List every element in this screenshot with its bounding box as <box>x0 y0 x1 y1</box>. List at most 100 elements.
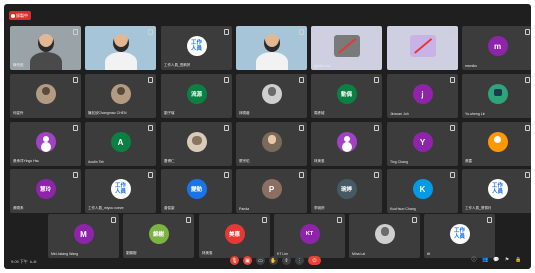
participant-tile[interactable]: KT KT Lim <box>274 214 345 258</box>
mic-muted-icon <box>487 217 492 223</box>
presentation-off-icon <box>337 38 356 54</box>
captions-button[interactable]: ▭ <box>256 256 265 265</box>
participant-tile[interactable]: 何姿伶 <box>10 74 81 118</box>
person-body <box>104 52 137 70</box>
meeting-stage: 錄製中 陳柏毅 工作 人員 工作人員_簡莉婷 lightthrone m msmiko 何姿伶… <box>4 4 531 269</box>
participant-tile[interactable]: Mina Lai <box>349 214 420 258</box>
avatar-initial-text: Y <box>419 137 426 147</box>
participant-tile[interactable]: Yu-sheng Lin <box>462 74 531 118</box>
participant-tile[interactable]: 蕭博仁 <box>161 122 232 166</box>
present-button[interactable]: ⇧ <box>282 256 291 265</box>
mic-muted-icon <box>299 172 304 178</box>
participant-tile[interactable]: Y Ting Chang <box>387 122 458 166</box>
avatar-initial: Y <box>412 132 433 152</box>
person-body <box>29 52 62 70</box>
participant-name: lightthrone <box>314 64 331 68</box>
avatar-photo <box>487 84 508 104</box>
mic-muted-icon <box>148 172 153 178</box>
participant-tile[interactable]: 黃承洋Yings Hsu <box>10 122 81 166</box>
participant-tile[interactable]: 黃露 <box>462 122 531 166</box>
participant-tile[interactable]: lightthrone <box>311 26 382 70</box>
participant-name: 李婉婷 <box>314 206 325 210</box>
participant-tile[interactable]: 工作 人員 ttt <box>424 214 495 258</box>
avatar-photo <box>186 132 207 152</box>
participant-tile[interactable]: K KuoHsun Chang <box>387 169 458 213</box>
mic-muted-icon <box>73 125 78 131</box>
mic-muted-icon <box>525 172 530 178</box>
participant-tile[interactable]: 流源 劉子瑄 <box>161 74 232 118</box>
mic-off-button[interactable]: 🎙 <box>230 256 239 265</box>
participant-tile[interactable] <box>236 26 307 70</box>
participant-name: 工作人員_miyou coeze <box>88 206 124 210</box>
avatar-photo <box>261 132 282 152</box>
participant-tile[interactable]: A Austin Teh <box>85 122 156 166</box>
mic-muted-icon <box>374 29 379 35</box>
participant-name: Ting Chang <box>390 160 408 164</box>
person-head <box>37 34 54 52</box>
participant-tile[interactable] <box>85 26 156 70</box>
mic-muted-icon <box>450 172 455 178</box>
mic-muted-icon <box>262 217 267 223</box>
mic-muted-icon <box>450 77 455 83</box>
participant-tile[interactable]: m msmiko <box>462 26 531 70</box>
participant-tile[interactable]: 工作 人員 工作人員_蔡佩玲 <box>462 169 531 213</box>
participant-tile[interactable]: 工作 人員 工作人員_簡莉婷 <box>161 26 232 70</box>
participant-tile[interactable]: 陳柏毅 <box>10 26 81 70</box>
mic-muted-icon <box>148 125 153 131</box>
avatar-initial: 琬婷 <box>336 179 357 199</box>
mic-muted-icon <box>299 29 304 35</box>
avatar-initial: 動偶 <box>336 84 357 104</box>
participant-name: 劉子瑄 <box>164 111 175 115</box>
avatar-initial-text: KT <box>305 231 314 237</box>
staff-logo: 工作 人員 <box>110 179 131 199</box>
participant-tile[interactable]: M Mei-hsiang Wang <box>48 214 119 258</box>
avatar-initial-text: 變動 <box>190 187 202 193</box>
participant-tile[interactable]: P Panda <box>236 169 307 213</box>
mic-muted-icon <box>525 29 530 35</box>
participant-name: 蔡宗佑 <box>239 159 250 163</box>
participant-tile[interactable]: 慧玲 黃曉禾 <box>10 169 81 213</box>
participant-tile[interactable]: 林曉薇 <box>236 74 307 118</box>
mic-muted-icon <box>73 29 78 35</box>
camera-off-button[interactable]: ▣ <box>243 256 252 265</box>
people-icon[interactable]: 👥 <box>482 257 488 263</box>
more-options-button[interactable]: ⋮ <box>295 256 304 265</box>
raise-hand-button[interactable]: ✋ <box>269 256 278 265</box>
mic-muted-icon <box>337 217 342 223</box>
participant-name: KuoHsun Chang <box>390 207 416 211</box>
meeting-code: k-4l <box>30 259 37 264</box>
avatar-photo <box>374 224 395 244</box>
participant-tile[interactable]: 琬婷李婉婷 <box>311 169 382 213</box>
activities-icon[interactable]: ⚑ <box>504 257 510 263</box>
person-head <box>112 34 129 52</box>
host-controls-icon[interactable]: 🔒 <box>515 257 521 263</box>
participant-tile[interactable] <box>387 26 458 70</box>
avatar-initial: 變動 <box>186 179 207 199</box>
participant-name: 工作人員_簡莉婷 <box>164 63 191 67</box>
participant-tile[interactable]: 錦樹 劉錦樹 <box>123 214 194 258</box>
participant-tile[interactable]: 變動 曾俊豪 <box>161 169 232 213</box>
mic-muted-icon <box>73 172 78 178</box>
participant-tile[interactable]: j Jinxuan Joh <box>387 74 458 118</box>
mic-muted-icon <box>299 125 304 131</box>
participant-tile[interactable]: 美惠 林美惠 <box>199 214 270 258</box>
avatar-initial-text: 錦樹 <box>152 232 164 238</box>
info-icon[interactable]: ⓘ <box>471 257 477 263</box>
bottom-toolbar: 9:09 下午 k-4l 🎙 ▣ ▭ ✋ ⇧ ⋮ ⏻ ⓘ 👥 💬 ⚑ 🔒 <box>8 255 527 267</box>
participant-tile[interactable]: 林美惠 <box>311 122 382 166</box>
participant-name: Jinxuan Joh <box>390 112 409 116</box>
participant-name: Yu-sheng Lin <box>465 112 486 116</box>
participant-name: 陳兆欣Changmao CHEN <box>88 111 127 115</box>
participant-tile[interactable]: 工作 人員工作人員_miyou coeze <box>85 169 156 213</box>
avatar-initial: P <box>261 179 282 199</box>
person-body <box>255 52 288 70</box>
leave-call-button[interactable]: ⏻ <box>308 256 321 265</box>
staff-logo: 工作 人員 <box>487 179 508 199</box>
avatar-initial-text: M <box>80 229 87 239</box>
participant-tile[interactable]: 動偶 周彥誠 <box>311 74 382 118</box>
participant-tile[interactable]: 陳兆欣Changmao CHEN <box>85 74 156 118</box>
avatar-initial-text: 動偶 <box>340 92 352 98</box>
chat-icon[interactable]: 💬 <box>493 257 499 263</box>
participant-tile[interactable]: 蔡宗佑 <box>236 122 307 166</box>
avatar-photo <box>336 132 357 152</box>
